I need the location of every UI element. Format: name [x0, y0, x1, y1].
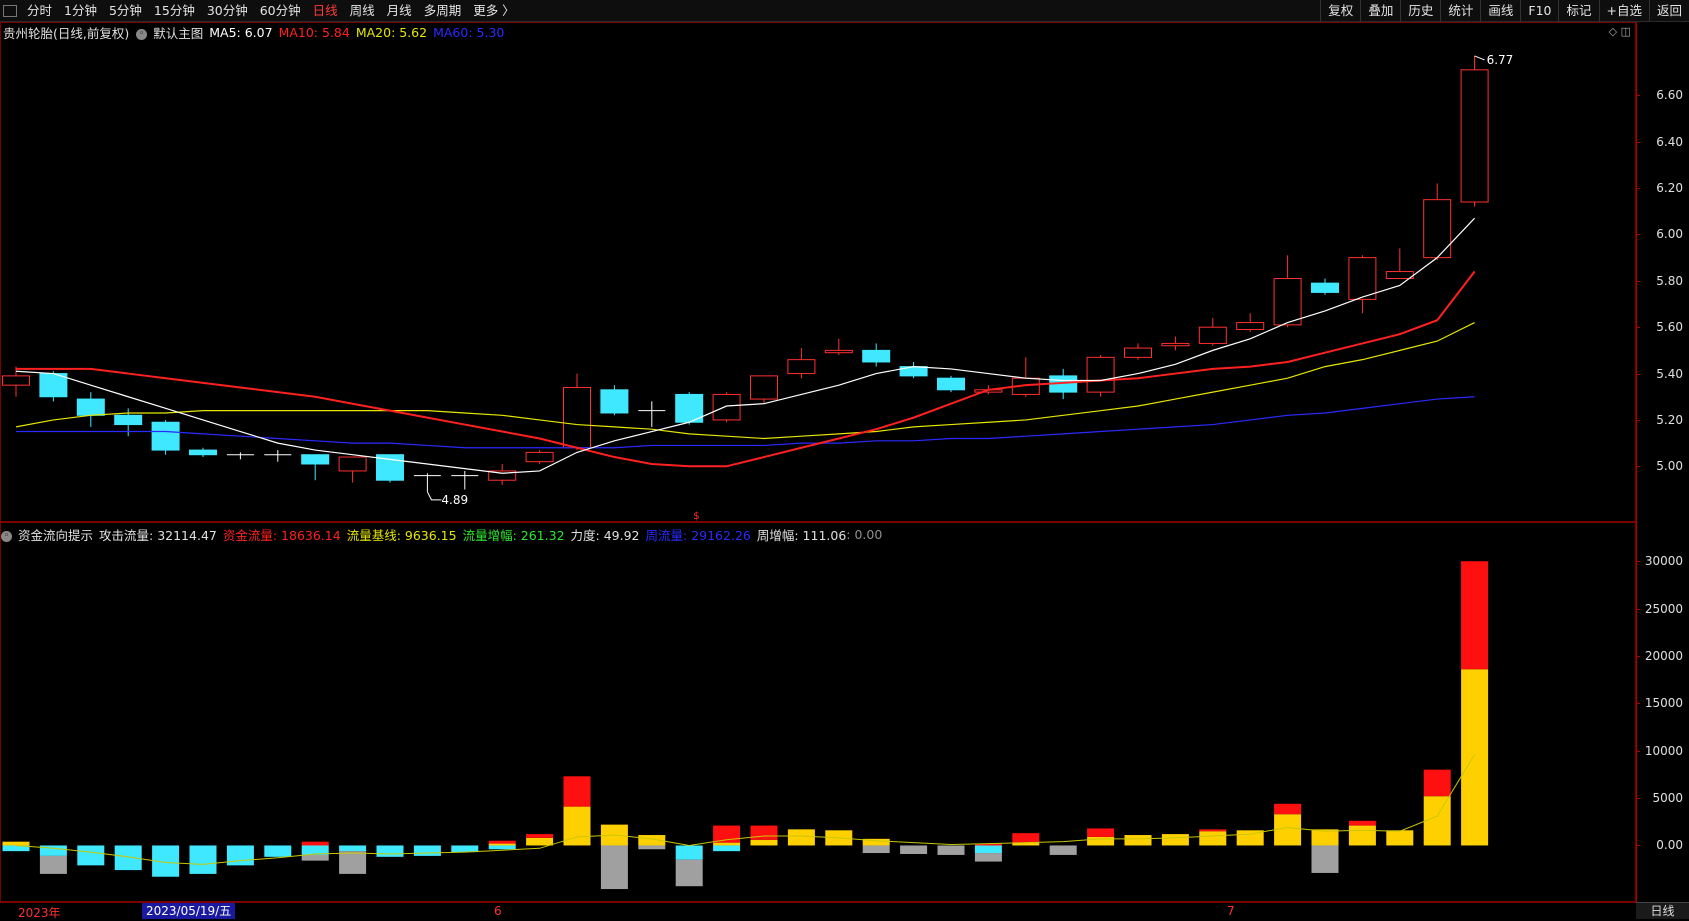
fund-bar-yellow — [713, 842, 741, 846]
fund-bar-yellow — [1386, 830, 1414, 846]
fund-bar-gray — [339, 851, 367, 874]
volume-tick-mark — [1636, 655, 1640, 657]
volume-tick-mark — [1636, 703, 1640, 705]
fund-bar-cyan — [39, 845, 67, 856]
volume-tick-label: 0.00 — [1656, 838, 1683, 853]
fund-bar-yellow — [1087, 836, 1115, 846]
fund-bar-gray — [937, 845, 965, 855]
fund-bar-gray — [675, 859, 703, 887]
volume-tick-label: 10000 — [1644, 743, 1683, 758]
fund-bar-yellow — [1311, 829, 1339, 846]
fund-bar-cyan — [226, 845, 254, 866]
fund-bar-cyan — [713, 845, 741, 852]
fund-bar-red — [526, 834, 554, 838]
fund-bar-red — [301, 841, 329, 846]
fund-bar-cyan — [376, 845, 404, 857]
period-indicator[interactable]: 日线 — [1636, 902, 1689, 919]
volume-tick-mark — [1636, 608, 1640, 610]
fund-bar-cyan — [675, 845, 703, 860]
fund-bar-gray — [900, 845, 928, 854]
volume-tick-mark — [1636, 561, 1640, 563]
fund-bar-gray — [301, 854, 329, 861]
volume-tick-label: 25000 — [1644, 601, 1683, 616]
fund-bar-red — [1087, 828, 1115, 837]
fund-bar-gray — [638, 845, 666, 850]
fund-bar-gray — [974, 853, 1002, 862]
fund-bar-cyan — [189, 845, 217, 874]
volume-tick-mark — [1636, 845, 1640, 847]
volume-tick-label: 30000 — [1644, 554, 1683, 569]
fund-bar-yellow — [1461, 669, 1489, 846]
fund-bar-cyan — [339, 845, 367, 852]
fund-bar-red — [1461, 561, 1489, 670]
fund-bar-yellow — [2, 841, 30, 846]
fund-bar-red — [488, 840, 516, 844]
fund-bar-yellow — [750, 839, 778, 846]
fund-bar-cyan — [77, 845, 105, 866]
fund-bar-red — [1423, 769, 1451, 797]
fund-bar-yellow — [488, 843, 516, 846]
fund-bar-red — [1348, 820, 1376, 826]
fund-bar-cyan — [413, 845, 441, 856]
fund-bar-yellow — [787, 829, 815, 846]
volume-axis[interactable]: 30000 25000 20000 15000 10000 5000 0.00 — [1636, 0, 1689, 902]
volume-tick-label: 5000 — [1652, 791, 1683, 806]
fund-bar-red — [1274, 803, 1302, 815]
volume-tick-label: 15000 — [1644, 696, 1683, 711]
fund-bar-yellow — [526, 837, 554, 846]
fund-bar-red — [563, 776, 591, 807]
date-axis[interactable]: 2023年 2023/05/19/五 6 7 — [0, 902, 1636, 920]
fund-bar-gray — [862, 845, 890, 854]
cursor-date: 2023/05/19/五 — [142, 903, 236, 919]
month-6-label: 6 — [494, 904, 502, 918]
fund-bar-cyan — [264, 845, 292, 857]
fund-bar-red — [1012, 833, 1040, 843]
volume-tick-mark — [1636, 750, 1640, 752]
volume-tick-label: 20000 — [1644, 648, 1683, 663]
fund-bar-yellow — [1423, 796, 1451, 846]
fund-bar-gray — [1311, 845, 1339, 873]
fund-bar-yellow — [1348, 825, 1376, 846]
fund-bar-cyan — [488, 845, 516, 850]
month-7-label: 7 — [1227, 904, 1235, 918]
fund-bar-cyan — [451, 845, 479, 853]
fund-bar-cyan — [974, 845, 1002, 854]
fund-bar-gray — [600, 845, 628, 890]
fund-bar-red — [1199, 829, 1227, 832]
fund-bar-yellow — [1161, 834, 1189, 846]
fund-flow-chart[interactable] — [0, 0, 1636, 902]
fund-bar-yellow — [1124, 835, 1152, 846]
year-label: 2023年 — [18, 906, 61, 920]
fund-bar-gray — [1049, 845, 1077, 855]
fund-bar-gray — [39, 855, 67, 874]
volume-tick-mark — [1636, 798, 1640, 800]
fund-bar-yellow — [1199, 831, 1227, 846]
fund-bar-yellow — [1274, 814, 1302, 846]
fund-bar-red — [750, 825, 778, 840]
